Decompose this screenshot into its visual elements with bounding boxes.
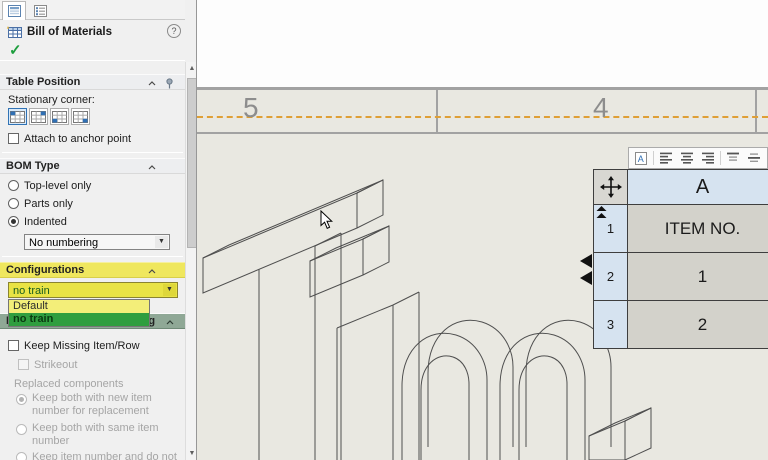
sheet-border-line (197, 87, 768, 90)
section-label: BOM Type (6, 160, 60, 172)
zone-divider-line (436, 89, 438, 133)
dropdown-option-no-train[interactable]: no train (9, 313, 149, 326)
indented-radio[interactable] (8, 216, 19, 227)
propertymanager-panel: Bill of Materials ? ✓ Table Position Sta… (0, 0, 197, 460)
section-configurations[interactable]: Configurations (0, 262, 185, 278)
row-marker-arrows-icon[interactable] (580, 254, 592, 285)
scrollbar-thumb[interactable] (187, 78, 196, 248)
corner-top-right-icon (31, 110, 46, 123)
section-label: Configurations (6, 264, 85, 276)
keep-item-number-radio[interactable] (16, 452, 27, 460)
align-center-icon[interactable] (678, 150, 696, 166)
corner-bottom-left-button[interactable] (50, 108, 69, 125)
corner-top-left-icon (10, 110, 25, 123)
valign-middle-icon[interactable] (745, 150, 763, 166)
toolbar-separator (720, 151, 721, 165)
scrollbar-down-button[interactable]: ▼ (186, 447, 196, 460)
tab-propertymanager[interactable] (2, 1, 26, 20)
drawing-graphics-area[interactable]: 5 4 A A 1 ITEM NO. 2 1 3 2 (197, 0, 768, 460)
panel-tab-bar (0, 0, 185, 20)
table-move-handle[interactable] (594, 170, 628, 205)
replaced-components-label: Replaced components (14, 378, 124, 390)
keep-new-item-radio[interactable] (16, 394, 27, 405)
indented-label: Indented (24, 216, 67, 228)
parts-only-label: Parts only (24, 198, 73, 210)
corner-bottom-right-button[interactable] (71, 108, 90, 125)
attach-anchor-label: Attach to anchor point (24, 133, 132, 145)
propertymanager-tab-icon (7, 5, 21, 17)
keep-missing-label: Keep Missing Item/Row (24, 340, 140, 352)
column-header[interactable]: A (628, 170, 768, 205)
top-level-only-label: Top-level only (24, 180, 92, 192)
align-left-icon[interactable] (657, 150, 675, 166)
configuration-dropdown-list: Default no train (8, 299, 150, 327)
table-format-toolbar: A (628, 147, 768, 169)
zone-label-5: 5 (243, 92, 259, 123)
configuration-value: no train (13, 285, 50, 297)
keep-same-item-radio[interactable] (16, 424, 27, 435)
table-properties-icon[interactable]: A (632, 150, 650, 166)
zone-label-4: 4 (593, 92, 609, 123)
table-cell[interactable]: 1 (628, 253, 768, 301)
pin-icon[interactable] (165, 78, 174, 89)
ok-check-icon[interactable]: ✓ (9, 41, 22, 59)
tab-secondary[interactable] (28, 1, 52, 20)
section-label: Table Position (6, 76, 81, 88)
panel-divider (2, 152, 183, 153)
chevron-up-icon[interactable] (148, 165, 156, 170)
section-bom-type[interactable]: BOM Type (0, 158, 185, 174)
bom-table: A 1 ITEM NO. 2 1 3 2 (593, 169, 768, 349)
keep-item-number-label: Keep item number and do not (32, 451, 177, 460)
toolbar-separator (653, 151, 654, 165)
panel-divider (2, 256, 183, 257)
section-table-position[interactable]: Table Position (0, 74, 185, 90)
stationary-corner-label: Stationary corner: (8, 94, 95, 106)
svg-text:A: A (638, 154, 644, 164)
corner-bottom-left-icon (52, 110, 67, 123)
chevron-up-icon[interactable] (148, 81, 156, 86)
table-cell-item-no[interactable]: ITEM NO. (628, 205, 768, 253)
row-header[interactable]: 3 (594, 301, 628, 349)
row-header[interactable]: 2 (594, 253, 628, 301)
dropdown-option-default[interactable]: Default (9, 300, 149, 313)
numbering-value: No numbering (29, 237, 99, 249)
table-anchor-dashed-line (197, 116, 768, 118)
dropdown-arrow-icon: ▼ (163, 284, 176, 296)
panel-title: Bill of Materials (27, 26, 112, 38)
corner-top-left-button[interactable] (8, 108, 27, 125)
attach-anchor-checkbox[interactable] (8, 133, 19, 144)
parts-only-radio[interactable] (8, 198, 19, 209)
chevron-up-icon[interactable] (148, 269, 156, 274)
strikeout-label: Strikeout (34, 359, 78, 371)
move-cross-icon (599, 176, 622, 198)
top-level-only-radio[interactable] (8, 180, 19, 191)
corner-top-right-button[interactable] (29, 108, 48, 125)
chevron-up-icon[interactable] (166, 320, 174, 325)
valign-top-icon[interactable] (724, 150, 742, 166)
configuration-dropdown[interactable]: no train ▼ (8, 282, 178, 298)
solidworks-window: 5 4 A A 1 ITEM NO. 2 1 3 2 Bill of Mater… (0, 0, 768, 460)
panel-scrollbar[interactable]: ▲ ▼ (185, 62, 196, 460)
panel-divider (0, 60, 185, 61)
list-tab-icon (33, 4, 47, 17)
dropdown-arrow-icon: ▼ (155, 236, 168, 248)
bom-icon (6, 26, 22, 38)
keep-missing-checkbox[interactable] (8, 340, 19, 351)
scrollbar-up-button[interactable]: ▲ (186, 62, 196, 75)
align-right-icon[interactable] (699, 150, 717, 166)
keep-new-item-label: Keep both with new item number for repla… (32, 392, 152, 417)
column-sort-arrows-icon[interactable] (596, 206, 607, 219)
corner-bottom-right-icon (73, 110, 88, 123)
mouse-cursor (320, 210, 333, 229)
keep-same-item-label: Keep both with same item number (32, 422, 159, 447)
strikeout-checkbox[interactable] (18, 359, 29, 370)
zone-divider-line-right (755, 89, 757, 133)
numbering-dropdown[interactable]: No numbering ▼ (24, 234, 170, 250)
help-icon[interactable]: ? (167, 24, 181, 38)
table-cell[interactable]: 2 (628, 301, 768, 349)
